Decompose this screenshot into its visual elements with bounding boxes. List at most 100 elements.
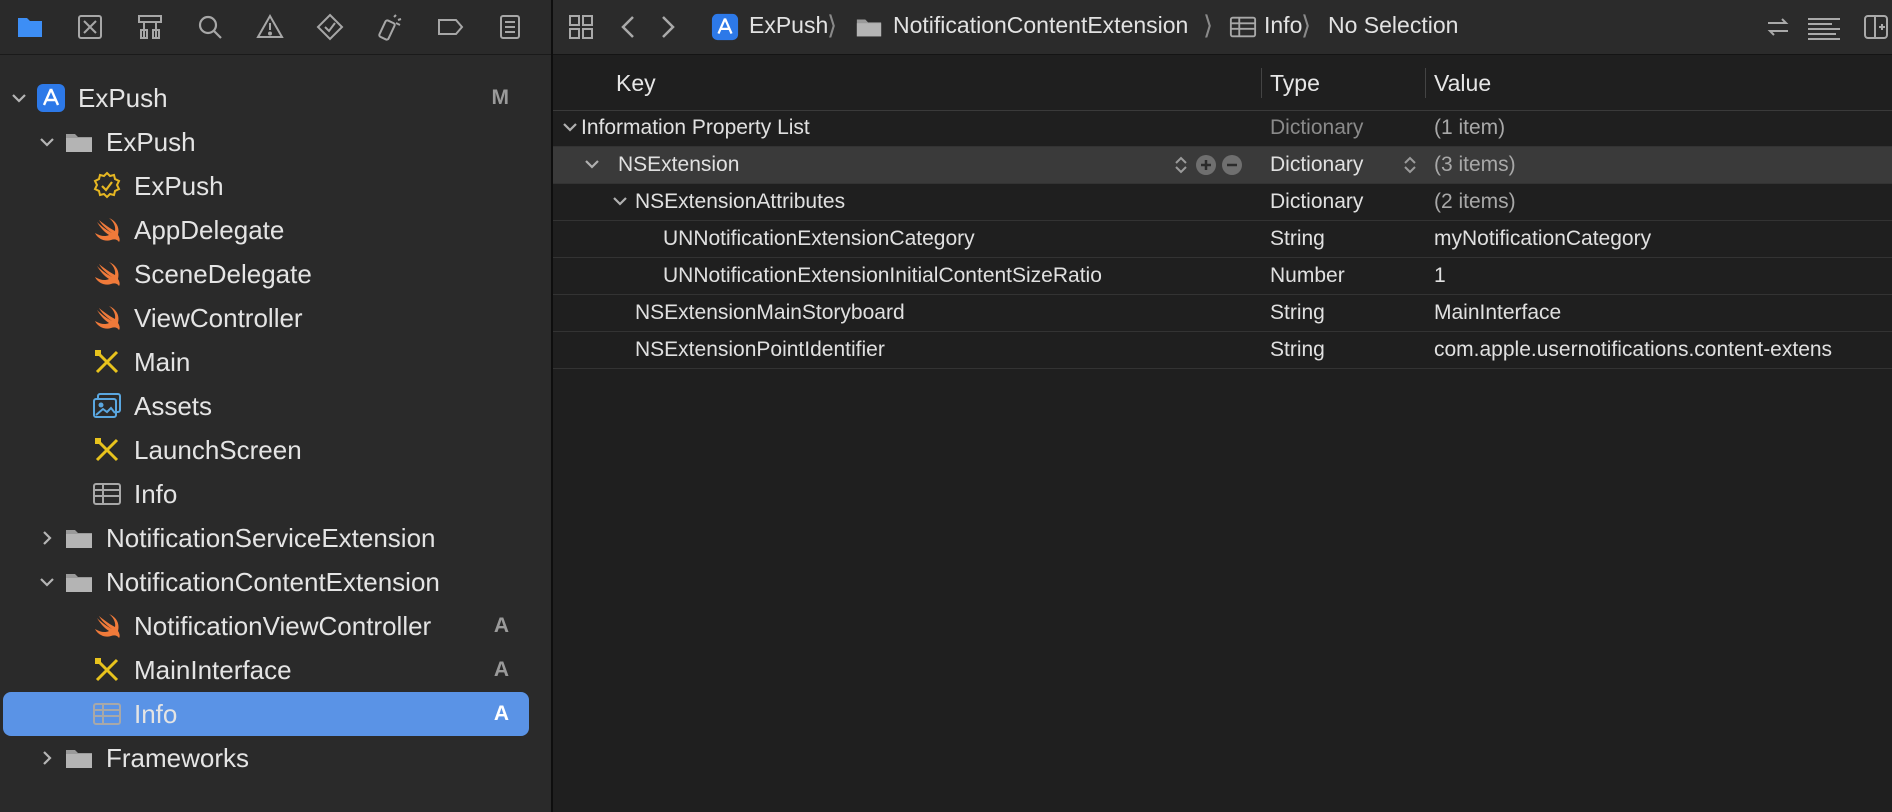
file-tree: ExPush M ExPush ExPush AppDelegate SceneDeleg… [0, 76, 551, 780]
add-editor-icon[interactable] [1862, 0, 1890, 54]
plist-row[interactable]: UNNotificationExtensionCategory String myN… [553, 221, 1892, 258]
tree-item[interactable]: LaunchScreen [0, 428, 551, 472]
tree-item[interactable]: ExPush [0, 120, 551, 164]
plist-editor: ExPush ⟩ NotificationContentExtension ⟩ Info… [553, 0, 1892, 812]
tree-item[interactable]: Frameworks [0, 736, 551, 780]
breadcrumb-item[interactable]: ExPush [749, 12, 828, 39]
debug-icon[interactable] [360, 0, 420, 54]
selection-highlight [3, 692, 529, 736]
plist-row[interactable]: NSExtensionMainStoryboard String MainInter… [553, 295, 1892, 332]
plist-type[interactable]: String [1270, 227, 1325, 251]
tree-item[interactable]: NotificationContentExtension [0, 560, 551, 604]
tree-item[interactable]: Main [0, 340, 551, 384]
plist-type[interactable]: Number [1270, 264, 1345, 288]
plist-key[interactable]: Information Property List [581, 116, 810, 140]
plist-key[interactable]: NSExtensionAttributes [635, 190, 845, 214]
forward-arrow-icon[interactable] [653, 0, 681, 54]
tree-item-label: Main [134, 346, 191, 377]
plist-key[interactable]: NSExtensionMainStoryboard [635, 301, 905, 325]
tree-item[interactable]: NotificationServiceExtension [0, 516, 551, 560]
disclosure-chevron-down-icon[interactable] [36, 571, 58, 593]
tree-item[interactable]: Info [0, 472, 551, 516]
folder-icon [64, 523, 94, 553]
folder-icon [64, 743, 94, 773]
tree-item-label: SceneDelegate [134, 258, 312, 289]
plist-value[interactable]: MainInterface [1434, 301, 1561, 325]
disclosure-chevron-down-icon[interactable] [36, 131, 58, 153]
tree-item[interactable]: ExPush [0, 164, 551, 208]
plist-key[interactable]: UNNotificationExtensionCategory [663, 227, 975, 251]
symbol-icon[interactable] [120, 0, 180, 54]
scm-status-badge: A [493, 702, 509, 725]
plist-row[interactable]: NSExtensionPointIdentifier String com.appl… [553, 332, 1892, 369]
test-icon[interactable] [300, 0, 360, 54]
plist-row[interactable]: UNNotificationExtensionInitialContentSiz… [553, 258, 1892, 295]
plist-value[interactable]: (2 items) [1434, 190, 1516, 214]
plist-icon [1229, 0, 1257, 54]
plist-type[interactable]: String [1270, 301, 1325, 325]
plist-value[interactable]: myNotificationCategory [1434, 227, 1651, 251]
plist-row[interactable]: NSExtensionAttributes Dictionary (2 items) [553, 184, 1892, 221]
plist-row[interactable]: Information Property List Dictionary (1 it… [553, 110, 1892, 147]
plist-value[interactable]: com.apple.usernotifications.content-exte… [1434, 338, 1832, 362]
scm-status-badge: M [491, 86, 510, 109]
tree-item[interactable]: Info A [0, 692, 551, 736]
plist-key[interactable]: NSExtensionPointIdentifier [635, 338, 885, 362]
tree-item[interactable]: NotificationViewController A [0, 604, 551, 648]
report-icon[interactable] [480, 0, 540, 54]
tree-item-label: NotificationViewController [134, 610, 432, 641]
column-divider[interactable] [1425, 68, 1426, 98]
plist-row[interactable]: NSExtension Dictionary (3 items) [553, 147, 1892, 184]
swift-icon [92, 611, 122, 641]
tree-item[interactable]: Assets [0, 384, 551, 428]
breadcrumb-item[interactable]: Info [1264, 12, 1302, 39]
breadcrumb-item[interactable]: No Selection [1328, 12, 1458, 39]
disclosure-chevron-down-icon[interactable] [8, 87, 30, 109]
plist-value[interactable]: (1 item) [1434, 116, 1505, 140]
tree-item-label: Assets [134, 390, 213, 421]
swift-icon [92, 215, 122, 245]
storyboard-icon [92, 655, 122, 685]
plist-type[interactable]: Dictionary [1270, 116, 1363, 140]
breadcrumb-item[interactable]: NotificationContentExtension [893, 12, 1188, 39]
disclosure-chevron-down-icon[interactable] [583, 155, 603, 175]
key-stepper-icon[interactable] [1170, 154, 1192, 182]
tree-item-label: LaunchScreen [134, 434, 302, 465]
jump-bar: ExPush ⟩ NotificationContentExtension ⟩ Info… [553, 0, 1892, 55]
disclosure-chevron-right-icon[interactable] [36, 527, 58, 549]
back-arrow-icon[interactable] [615, 0, 643, 54]
add-item-icon[interactable] [1195, 154, 1217, 182]
disclosure-chevron-down-icon[interactable] [611, 192, 631, 212]
find-icon[interactable] [180, 0, 240, 54]
remove-item-icon[interactable] [1221, 154, 1243, 182]
swap-arrows-icon[interactable] [1764, 0, 1792, 54]
disclosure-chevron-right-icon[interactable] [36, 747, 58, 769]
tree-item[interactable]: SceneDelegate [0, 252, 551, 296]
tree-item[interactable]: ExPush M [0, 76, 551, 120]
tree-item[interactable]: AppDelegate [0, 208, 551, 252]
source-control-icon[interactable] [60, 0, 120, 54]
plist-column-header: Key Type Value [553, 56, 1892, 111]
folder-icon[interactable] [0, 0, 60, 54]
breakpoint-icon[interactable] [420, 0, 480, 54]
plist-value[interactable]: 1 [1434, 264, 1446, 288]
key-column-header[interactable]: Key [616, 70, 656, 97]
tree-item[interactable]: ViewController [0, 296, 551, 340]
type-column-header[interactable]: Type [1270, 70, 1320, 97]
disclosure-chevron-down-icon[interactable] [561, 118, 581, 138]
editor-options-icon[interactable] [1806, 0, 1842, 54]
plist-key[interactable]: NSExtension [618, 153, 739, 177]
folder-icon [64, 127, 94, 157]
tree-item[interactable]: MainInterface A [0, 648, 551, 692]
type-stepper-icon[interactable] [1399, 154, 1421, 182]
plist-type[interactable]: Dictionary [1270, 190, 1363, 214]
column-divider[interactable] [1261, 68, 1262, 98]
plist-value[interactable]: (3 items) [1434, 153, 1516, 177]
swift-icon [92, 259, 122, 289]
value-column-header[interactable]: Value [1434, 70, 1491, 97]
plist-key[interactable]: UNNotificationExtensionInitialContentSiz… [663, 264, 1102, 288]
issue-icon[interactable] [240, 0, 300, 54]
plist-type[interactable]: String [1270, 338, 1325, 362]
plist-type[interactable]: Dictionary [1270, 153, 1363, 177]
related-items-icon[interactable] [567, 0, 595, 54]
